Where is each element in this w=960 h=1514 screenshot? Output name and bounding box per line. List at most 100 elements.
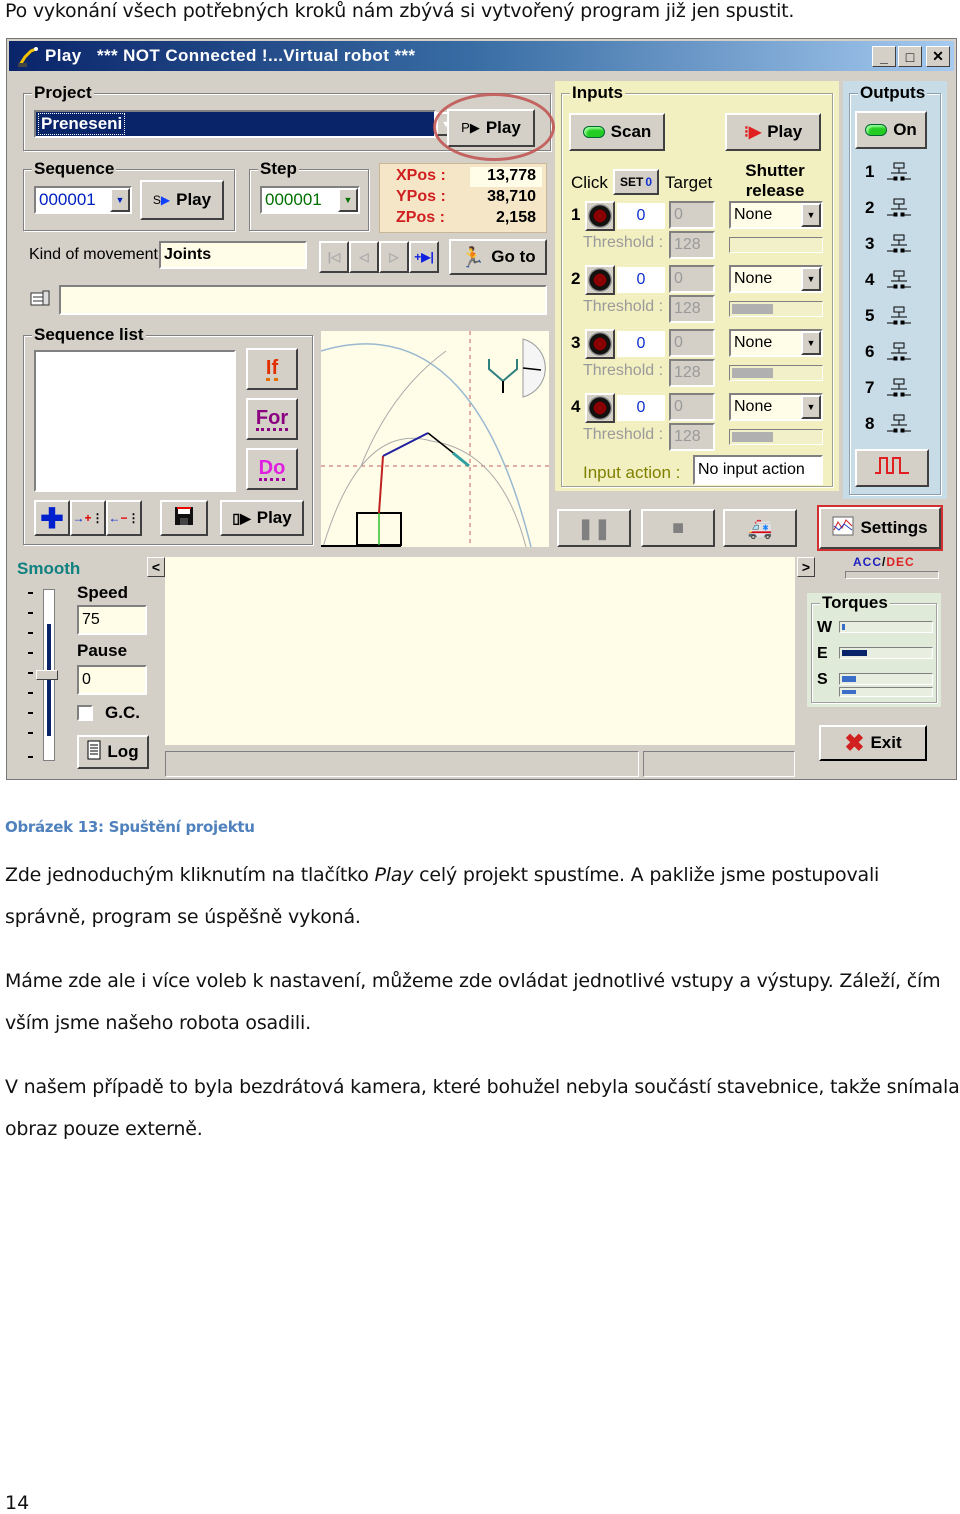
red-led-icon (588, 268, 612, 292)
movement-field[interactable]: Joints (159, 241, 307, 269)
input-target-field[interactable]: 0 (669, 329, 715, 357)
input-value: 0 (617, 203, 665, 229)
add-item-button[interactable]: ✚ (34, 500, 70, 536)
save-button[interactable] (160, 500, 208, 536)
torque-bar (839, 687, 933, 697)
switch-icon[interactable] (886, 197, 912, 219)
smooth-slider-thumb[interactable] (36, 670, 58, 680)
next-step-button[interactable]: ▷ (379, 241, 409, 273)
shutter-select[interactable]: None ▼ (729, 265, 823, 293)
add-step-button[interactable]: +▶| (409, 241, 439, 273)
exit-button[interactable]: ✖ Exit (819, 725, 927, 761)
chevron-down-icon[interactable]: ▼ (801, 203, 821, 227)
shutter-select[interactable]: None ▼ (729, 393, 823, 421)
emergency-button[interactable]: 🚑 (723, 509, 797, 547)
insert-item-button[interactable]: →+⋮ (70, 500, 106, 536)
goto-button[interactable]: 🏃 Go to (449, 239, 547, 275)
input-target-field[interactable]: 0 (669, 265, 715, 293)
inputs-play-label: Play (767, 122, 803, 141)
pause-button[interactable]: ❚❚ (557, 509, 631, 547)
stop-button[interactable]: ■ (641, 509, 715, 547)
input-target-field[interactable]: 0 (669, 201, 715, 229)
close-button[interactable]: ✕ (926, 46, 950, 67)
shutter-select[interactable]: None ▼ (729, 201, 823, 229)
step-select[interactable]: 000001 ▼ (260, 186, 360, 214)
settings-button[interactable]: Settings (817, 505, 943, 551)
shutter-label-line2: release (745, 181, 805, 200)
sequence-listbox[interactable] (34, 350, 236, 492)
pause-input[interactable]: 0 (77, 665, 147, 695)
green-led-icon (582, 126, 605, 138)
switch-icon[interactable] (886, 377, 912, 399)
threshold-field[interactable]: 128 (669, 423, 715, 451)
chevron-down-icon[interactable]: ▼ (110, 188, 130, 212)
acc-dec-label: ACC/DEC (853, 555, 915, 569)
input-action-field[interactable]: No input action (693, 455, 823, 485)
output-row[interactable]: 4 (865, 269, 912, 291)
threshold-field[interactable]: 128 (669, 231, 715, 259)
comment-field[interactable] (59, 285, 547, 315)
input-number: 3 (571, 333, 581, 352)
for-button[interactable]: For (246, 398, 298, 440)
switch-icon[interactable] (886, 269, 912, 291)
switch-icon[interactable] (886, 233, 912, 255)
prev-step-button[interactable]: ◁ (349, 241, 379, 273)
input-target-field[interactable]: 0 (669, 393, 715, 421)
shutter-select[interactable]: None ▼ (729, 329, 823, 357)
project-select[interactable]: Preneseni ▼ (34, 110, 456, 138)
output-row[interactable]: 7 (865, 377, 912, 399)
step-group: Step 000001 ▼ (249, 159, 369, 231)
collapse-left-button[interactable]: < (147, 557, 165, 577)
if-button[interactable]: If (246, 348, 298, 390)
switch-icon[interactable] (886, 161, 912, 183)
output-number: 3 (865, 234, 875, 253)
sequence-select[interactable]: 000001 ▼ (34, 186, 132, 214)
sequence-list-play-label: Play (256, 508, 292, 527)
input-value: 0 (617, 395, 665, 421)
input-trigger-button[interactable] (585, 265, 615, 295)
set0-button[interactable]: SET 0 (613, 169, 659, 195)
scan-button[interactable]: Scan (569, 113, 665, 151)
first-step-button[interactable]: |◁ (319, 241, 349, 273)
chevron-down-icon[interactable]: ▼ (801, 395, 821, 419)
torque-label: W (817, 619, 833, 636)
exit-label: Exit (870, 733, 902, 752)
threshold-field[interactable]: 128 (669, 295, 715, 323)
expand-right-button[interactable]: > (797, 557, 815, 577)
smooth-slider[interactable] (36, 589, 58, 761)
switch-icon[interactable] (886, 413, 912, 435)
torque-bar-fill (842, 624, 845, 630)
output-row[interactable]: 3 (865, 233, 912, 255)
maximize-button[interactable]: □ (898, 46, 922, 67)
remove-item-button[interactable]: ←−⋮ (106, 500, 142, 536)
window-title: Play *** NOT Connected !...Virtual robot… (45, 46, 416, 65)
input-trigger-button[interactable] (585, 393, 615, 423)
sequence-play-button[interactable]: S▶ Play (140, 180, 224, 220)
add-step-icon: +▶| (414, 250, 434, 264)
robot-view[interactable] (321, 331, 549, 547)
output-row[interactable]: 5 (865, 305, 912, 327)
speed-input[interactable]: 75 (77, 605, 147, 635)
log-button[interactable]: Log (77, 735, 149, 769)
sequence-list-play-button[interactable]: ▯▶ Play (220, 500, 304, 536)
output-row[interactable]: 6 (865, 341, 912, 363)
pulse-button[interactable] (855, 449, 929, 487)
minimize-button[interactable]: _ (872, 46, 896, 67)
input-trigger-button[interactable] (585, 201, 615, 231)
inputs-play-button[interactable]: ⁝▶ Play (725, 113, 821, 151)
outputs-on-button[interactable]: On (855, 111, 927, 149)
chevron-down-icon[interactable]: ▼ (338, 188, 358, 212)
input-trigger-button[interactable] (585, 329, 615, 359)
switch-icon[interactable] (886, 305, 912, 327)
chevron-down-icon[interactable]: ▼ (801, 331, 821, 355)
chevron-down-icon[interactable]: ▼ (801, 267, 821, 291)
gc-checkbox[interactable] (77, 705, 93, 721)
switch-icon[interactable] (886, 341, 912, 363)
do-button[interactable]: Do (246, 448, 298, 490)
output-row[interactable]: 8 (865, 413, 912, 435)
xpos-label: XPos : (396, 167, 446, 184)
output-row[interactable]: 1 (865, 161, 912, 183)
threshold-field[interactable]: 128 (669, 359, 715, 387)
output-row[interactable]: 2 (865, 197, 912, 219)
output-number: 2 (865, 198, 875, 217)
